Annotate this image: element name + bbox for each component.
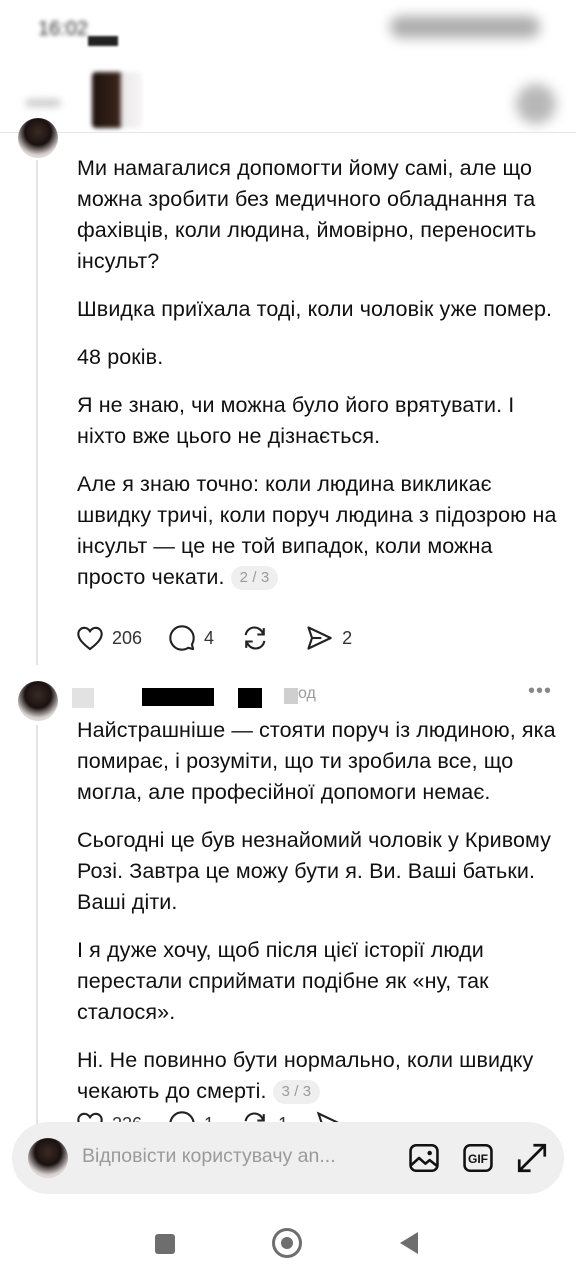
header-action-blurred[interactable] xyxy=(516,84,556,124)
post-paragraph: І я дуже хочу, щоб після цієї історії лю… xyxy=(77,938,489,1024)
share-button[interactable]: 2 xyxy=(304,624,352,652)
page-indicator-badge: 2 / 3 xyxy=(230,566,279,590)
username-redaction xyxy=(238,688,262,708)
comment-button[interactable]: 4 xyxy=(168,624,214,652)
comment-icon xyxy=(169,625,195,651)
post-paragraph-last: Ні. Не повинно бути нормально, коли швид… xyxy=(77,1045,557,1107)
post-header: од ••• xyxy=(70,680,560,710)
post-paragraph: 48 років. xyxy=(77,345,164,369)
recent-apps-button[interactable] xyxy=(155,1234,175,1254)
post-paragraph-text: Але я знаю точно: коли людина викликає ш… xyxy=(77,472,557,589)
post-paragraph: Швидка приїхала тоді, коли чоловік уже п… xyxy=(77,297,553,321)
page-indicator-badge: 3 / 3 xyxy=(272,1080,321,1104)
post-paragraph: Сьогодні це був незнайомий чоловік у Кри… xyxy=(77,828,552,914)
repost-icon xyxy=(244,626,266,650)
post-paragraph: Ми намагалися допомогти йому самі, але щ… xyxy=(77,156,537,273)
reply-avatar xyxy=(28,1138,68,1178)
reply-bar: Відповісти користувачу an... GIF xyxy=(12,1122,564,1194)
status-bar: 16:02 xyxy=(0,0,576,60)
svg-text:GIF: GIF xyxy=(468,1152,488,1166)
gif-icon[interactable]: GIF xyxy=(460,1138,496,1178)
share-icon xyxy=(307,626,332,650)
top-header xyxy=(0,60,576,138)
share-count: 2 xyxy=(342,627,353,648)
header-divider xyxy=(0,132,576,133)
system-navbar xyxy=(0,1196,576,1280)
post-body: Ми намагалися допомогти йому самі, але щ… xyxy=(77,153,557,610)
home-button[interactable] xyxy=(272,1228,302,1258)
header-avatar-blurred[interactable] xyxy=(92,72,142,128)
more-options-icon[interactable]: ••• xyxy=(528,680,552,703)
reply-input[interactable]: Відповісти користувачу an... xyxy=(82,1145,392,1168)
status-redaction xyxy=(88,36,118,46)
like-button[interactable]: 206 xyxy=(76,625,142,651)
username-redaction xyxy=(72,688,94,708)
repost-button[interactable] xyxy=(240,624,278,652)
post-actions: 206 4 2 xyxy=(76,622,378,654)
thread-line xyxy=(36,160,38,665)
avatar[interactable] xyxy=(18,118,58,158)
like-count: 206 xyxy=(112,627,143,648)
username-redaction xyxy=(284,688,298,704)
post-paragraph: Я не знаю, чи можна було його врятувати.… xyxy=(77,393,515,448)
username-redaction xyxy=(142,688,214,706)
expand-icon[interactable] xyxy=(514,1138,550,1178)
thread-line xyxy=(36,725,38,1125)
post-body: Найстрашніше — стояти поруч із людиною, … xyxy=(77,715,557,1124)
status-time: 16:02 xyxy=(38,18,89,40)
post-paragraph: Найстрашніше — стояти поруч із людиною, … xyxy=(77,718,556,804)
back-button-blurred[interactable] xyxy=(26,100,60,106)
heart-icon xyxy=(77,626,103,651)
image-icon[interactable] xyxy=(406,1138,442,1178)
reply-icons: GIF xyxy=(406,1138,550,1178)
status-icons-blurred xyxy=(390,16,540,38)
comment-count: 4 xyxy=(204,627,215,648)
post-time: од xyxy=(298,685,316,702)
avatar[interactable] xyxy=(18,681,58,721)
back-button[interactable] xyxy=(400,1232,418,1254)
post-paragraph-last: Але я знаю точно: коли людина викликає ш… xyxy=(77,469,557,593)
